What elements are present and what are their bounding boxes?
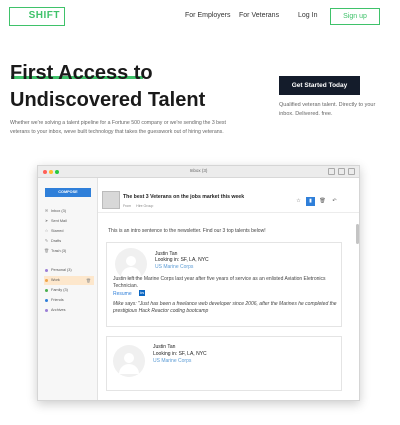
from-group: Hire Group <box>136 204 154 208</box>
window-titlebar: Inbox (3) <box>38 166 359 178</box>
candidate-org: US Marine Corps <box>153 358 192 364</box>
message-pane: The best 3 Veterans on the jobs market t… <box>98 178 359 400</box>
message-header: The best 3 Veterans on the jobs market t… <box>98 178 359 213</box>
shift-logo[interactable]: SHIFT <box>9 7 65 26</box>
message-intro: This is an intro sentence to the newslet… <box>108 228 266 234</box>
window-toolbar-icon[interactable] <box>328 168 335 175</box>
candidate-name: Justin Tan <box>153 344 176 350</box>
window-toolbar-icon[interactable] <box>338 168 345 175</box>
candidate-quote: Mike says: "Just has been a freelance we… <box>113 301 337 314</box>
bookmark-icon[interactable]: ▮ <box>306 197 315 206</box>
signup-button[interactable]: Sign up <box>330 8 380 25</box>
user-icon[interactable]: ☻ <box>80 400 86 401</box>
trash-icon[interactable]: 🗑 <box>318 197 327 206</box>
hero-title-line-1: First Access to <box>10 62 153 84</box>
nav-link-employers[interactable]: For Employers <box>185 12 231 19</box>
hero-subtitle: Whether we're solving a talent pipeline … <box>10 120 226 135</box>
sidebar-item-label: Archives <box>51 308 66 312</box>
sidebar-item-label: Work <box>51 278 60 282</box>
linkedin-icon[interactable]: in <box>139 290 145 296</box>
candidate-location: Looking in: SF, LA, NYC <box>155 257 209 263</box>
message-subject: The best 3 Veterans on the jobs market t… <box>123 194 245 200</box>
sidebar-item-label: Drafts <box>51 239 62 243</box>
sidebar-item-starred[interactable]: ☆ Starred <box>44 226 94 235</box>
label-dot-icon <box>45 278 48 282</box>
nav-link-login[interactable]: Log In <box>298 12 317 19</box>
candidate-card: Justin Tan Looking in: SF, LA, NYC US Ma… <box>106 336 342 391</box>
resume-link[interactable]: Resume <box>113 291 132 297</box>
candidate-org: US Marine Corps <box>155 264 194 270</box>
sidebar-label-family[interactable]: Family (3) <box>44 286 94 295</box>
settings-gear-icon[interactable]: ⚙ <box>50 400 55 401</box>
candidate-description: Justin left the Marine Corps last year a… <box>113 276 326 289</box>
sidebar-item-inbox[interactable]: ✉ Inbox (3) <box>44 206 94 215</box>
sidebar-item-label: Starred <box>51 229 64 233</box>
candidate-location: Looking in: SF, LA, NYC <box>153 351 207 357</box>
sidebar-item-label: Sent Mail <box>51 219 67 223</box>
scrollbar[interactable] <box>356 224 359 244</box>
sidebar-item-trash[interactable]: 🗑 Trash (3) <box>44 246 94 255</box>
sidebar-label-work[interactable]: Work 🗑 <box>44 276 94 285</box>
top-nav: SHIFT For Employers For Veterans Log In … <box>0 0 400 34</box>
from-label: From <box>123 204 132 208</box>
label-dot-icon <box>45 288 48 292</box>
sidebar-item-label: Personal (3) <box>51 268 72 272</box>
reply-icon[interactable]: ↶ <box>330 197 339 206</box>
sidebar-item-label: Friends <box>51 298 64 302</box>
label-dot-icon <box>45 268 48 272</box>
star-icon[interactable]: ☆ <box>294 197 303 206</box>
hero-title: First Access to Undiscovered Talent <box>10 60 205 114</box>
trash-icon: 🗑 <box>44 248 50 253</box>
app-window-preview: Inbox (3) COMPOSE ✉ Inbox (3) ➤ Sent Mail … <box>37 165 360 401</box>
sidebar-item-label: Trash (3) <box>51 249 67 253</box>
candidate-card: Justin Tan Looking in: SF, LA, NYC US Ma… <box>106 242 342 327</box>
get-started-button[interactable]: Get Started Today <box>279 76 360 95</box>
label-dot-icon <box>45 308 48 312</box>
message-from: From Hire Group <box>123 204 158 208</box>
send-icon: ➤ <box>44 218 49 223</box>
window-toolbar-icon[interactable] <box>348 168 355 175</box>
compose-button[interactable]: COMPOSE <box>45 188 91 197</box>
mail-sidebar: COMPOSE ✉ Inbox (3) ➤ Sent Mail ☆ Starred ✎… <box>38 178 98 401</box>
star-icon: ☆ <box>44 228 49 233</box>
inbox-icon: ✉ <box>44 208 49 213</box>
sidebar-label-friends[interactable]: Friends <box>44 296 94 305</box>
cta-subtext: Qualified veteran talent. Directly to yo… <box>279 102 376 117</box>
sidebar-item-sent[interactable]: ➤ Sent Mail <box>44 216 94 225</box>
sidebar-item-label: Inbox (3) <box>51 209 66 213</box>
hero-title-line-2: Undiscovered Talent <box>10 89 206 111</box>
sidebar-item-drafts[interactable]: ✎ Drafts <box>44 236 94 245</box>
window-title: Inbox (3) <box>189 168 208 173</box>
sidebar-item-label: Family (3) <box>51 288 68 292</box>
sidebar-label-archives[interactable]: Archives <box>44 306 94 315</box>
sidebar-label-personal[interactable]: Personal (3) <box>44 266 94 275</box>
sender-avatar <box>102 191 120 209</box>
label-dot-icon <box>45 298 48 302</box>
delete-icon[interactable]: 🗑 <box>86 276 91 285</box>
avatar <box>113 345 145 377</box>
draft-icon: ✎ <box>44 238 49 243</box>
nav-link-veterans[interactable]: For Veterans <box>239 12 279 19</box>
